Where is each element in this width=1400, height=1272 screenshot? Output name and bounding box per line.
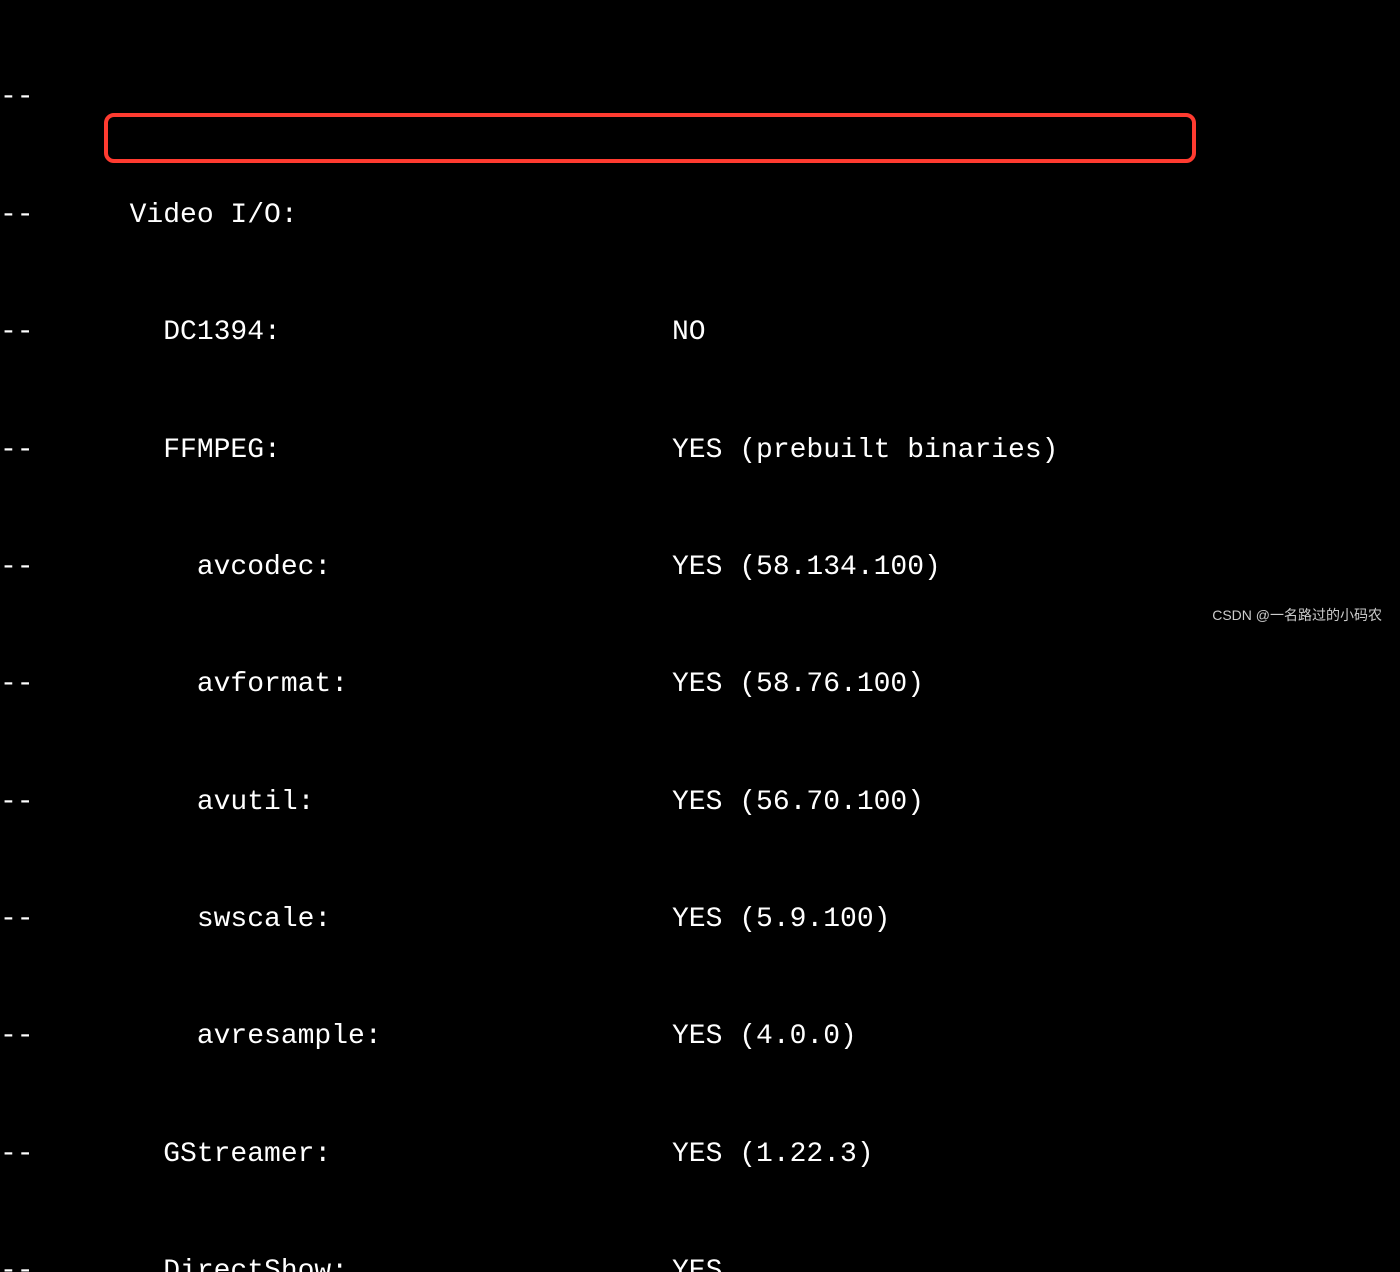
line-value: NO: [672, 313, 1400, 352]
line-label: FFMPEG:: [96, 431, 672, 470]
line-prefix: --: [0, 783, 96, 822]
line-label: Video I/O:: [96, 196, 672, 235]
line-label: GStreamer:: [96, 1135, 672, 1174]
output-line-ffmpeg: -- FFMPEG: YES (prebuilt binaries): [0, 431, 1400, 470]
line-value: YES (1.22.3): [672, 1135, 1400, 1174]
line-prefix: --: [0, 313, 96, 352]
line-label: avformat:: [96, 665, 672, 704]
line-prefix: --: [0, 1017, 96, 1056]
line-prefix: --: [0, 548, 96, 587]
output-line: -- avutil: YES (56.70.100): [0, 783, 1400, 822]
output-line: -- avformat: YES (58.76.100): [0, 665, 1400, 704]
line-prefix: --: [0, 78, 96, 117]
output-line: -- Video I/O:: [0, 196, 1400, 235]
line-label: avutil:: [96, 783, 672, 822]
terminal-output: -- -- Video I/O: -- DC1394: NO -- FFMPEG…: [0, 0, 1400, 1272]
line-value: YES (prebuilt binaries): [672, 431, 1400, 470]
line-label: DC1394:: [96, 313, 672, 352]
line-value: YES: [672, 1252, 1400, 1272]
line-value: YES (58.76.100): [672, 665, 1400, 704]
output-line: -- swscale: YES (5.9.100): [0, 900, 1400, 939]
line-prefix: --: [0, 431, 96, 470]
line-label: avresample:: [96, 1017, 672, 1056]
output-line: -- GStreamer: YES (1.22.3): [0, 1135, 1400, 1174]
line-value: YES (58.134.100): [672, 548, 1400, 587]
output-line: -- avresample: YES (4.0.0): [0, 1017, 1400, 1056]
line-prefix: --: [0, 1135, 96, 1174]
watermark-text: CSDN @一名路过的小码农: [1212, 606, 1382, 626]
line-prefix: --: [0, 900, 96, 939]
line-value: YES (5.9.100): [672, 900, 1400, 939]
line-prefix: --: [0, 196, 96, 235]
line-prefix: --: [0, 1252, 96, 1272]
output-line: --: [0, 78, 1400, 117]
output-line: -- DirectShow: YES: [0, 1252, 1400, 1272]
line-value: YES (56.70.100): [672, 783, 1400, 822]
line-value: YES (4.0.0): [672, 1017, 1400, 1056]
output-line: -- avcodec: YES (58.134.100): [0, 548, 1400, 587]
line-label: DirectShow:: [96, 1252, 672, 1272]
line-prefix: --: [0, 665, 96, 704]
line-label: avcodec:: [96, 548, 672, 587]
line-label: swscale:: [96, 900, 672, 939]
output-line: -- DC1394: NO: [0, 313, 1400, 352]
